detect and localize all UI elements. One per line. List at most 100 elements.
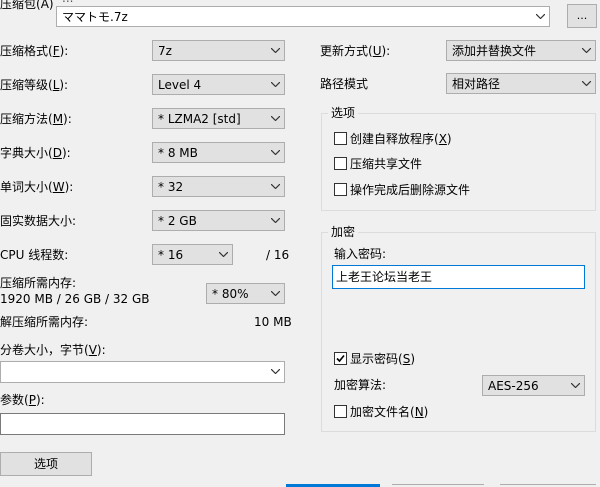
word-label-key: W <box>52 180 65 194</box>
chevron-down-icon[interactable] <box>532 7 549 26</box>
chevron-down-icon[interactable] <box>267 41 284 60</box>
word-label: 单词大小(W): <box>0 180 73 194</box>
level-label: 压缩等级(L): <box>0 78 68 92</box>
method-value: * LZMA2 [std] <box>158 112 241 126</box>
cpu-select[interactable]: * 16 <box>152 244 233 265</box>
volume-combo[interactable] <box>0 361 285 383</box>
mem-compress-value: * 80% <box>212 287 249 301</box>
volume-label-suffix: ): <box>96 343 106 357</box>
level-select[interactable]: Level 4 <box>152 74 285 95</box>
sfx-label-text: 创建自释放程序( <box>350 132 439 146</box>
method-label-suffix: ): <box>63 112 72 126</box>
solid-label: 固实数据大小: <box>0 214 77 228</box>
method-label: 压缩方法(M): <box>0 112 72 126</box>
dict-select[interactable]: * 8 MB <box>152 142 285 163</box>
cpu-value: * 16 <box>158 248 184 262</box>
encrypt-method-value: AES-256 <box>488 379 539 393</box>
options-button-label: 选项 <box>33 457 58 471</box>
params-label-text: 参数( <box>0 393 29 407</box>
show-password-label: 显示密码(S) <box>350 352 415 366</box>
pathmode-select[interactable]: 相对路径 <box>446 73 596 94</box>
archive-filename: ママトモ.7z <box>62 10 128 24</box>
archive-label: 压缩包(A) <box>0 0 54 11</box>
dict-label-suffix: ): <box>61 146 71 160</box>
show-password-label-suffix: ) <box>410 352 415 366</box>
encrypt-method-select[interactable]: AES-256 <box>482 375 585 396</box>
browse-button[interactable]: ... <box>567 4 597 28</box>
chevron-down-icon[interactable] <box>267 177 284 196</box>
show-password-label-text: 显示密码( <box>350 352 403 366</box>
encrypt-group-title: 加密 <box>328 225 359 239</box>
password-label: 输入密码: <box>334 247 387 261</box>
params-input[interactable] <box>0 413 285 435</box>
options-button[interactable]: 选项 <box>0 452 92 476</box>
mem-decompress-value: 10 MB <box>254 315 292 329</box>
chevron-down-icon[interactable] <box>267 143 284 162</box>
chevron-down-icon[interactable] <box>578 74 595 93</box>
encrypt-names-checkbox[interactable] <box>334 405 347 418</box>
update-value: 添加并替换文件 <box>452 44 537 58</box>
encrypt-method-label: 加密算法: <box>334 378 387 392</box>
chevron-down-icon[interactable] <box>567 376 584 395</box>
archive-path-combo[interactable]: ママトモ.7z <box>56 6 550 27</box>
archive-path-partial: ... <box>62 0 73 5</box>
dict-label: 字典大小(D): <box>0 146 71 160</box>
mem-compress-detail: 1920 MB / 26 GB / 32 GB <box>0 292 150 306</box>
sfx-label: 创建自释放程序(X) <box>350 132 452 146</box>
encrypt-names-label-suffix: ) <box>423 405 429 419</box>
update-label: 更新方式(U): <box>320 44 390 58</box>
encrypt-names-label-key: N <box>414 405 424 419</box>
word-label-text: 单词大小( <box>0 180 53 194</box>
encrypt-group <box>321 232 596 432</box>
method-label-key: M <box>52 112 64 126</box>
encrypt-names-label-text: 加密文件名( <box>350 405 415 419</box>
chevron-down-icon[interactable] <box>267 284 284 303</box>
mem-compress-label: 压缩所需内存: <box>0 276 77 290</box>
params-label-key: P <box>28 393 36 407</box>
word-select[interactable]: * 32 <box>152 176 285 197</box>
delete-checkbox[interactable] <box>334 183 347 196</box>
method-label-text: 压缩方法( <box>0 112 53 126</box>
volume-label: 分卷大小，字节(V): <box>0 343 106 357</box>
format-label-key: F <box>52 44 60 58</box>
pathmode-label: 路径模式 <box>320 77 369 91</box>
dict-value: * 8 MB <box>158 146 198 160</box>
solid-select[interactable]: * 2 GB <box>152 210 285 231</box>
level-label-text: 压缩等级( <box>0 78 53 92</box>
cpu-max: / 16 <box>266 248 290 262</box>
method-select[interactable]: * LZMA2 [std] <box>152 108 285 129</box>
sfx-checkbox[interactable] <box>334 132 347 145</box>
chevron-down-icon[interactable] <box>267 211 284 230</box>
dict-label-text: 字典大小( <box>0 146 53 160</box>
password-input[interactable]: 上老王论坛当老王 <box>332 265 585 289</box>
show-password-checkbox[interactable] <box>334 352 347 365</box>
chevron-down-icon[interactable] <box>215 245 232 264</box>
level-value: Level 4 <box>158 78 202 92</box>
options-group-title: 选项 <box>328 106 359 120</box>
update-label-text: 更新方式( <box>320 44 373 58</box>
password-value: 上老王论坛当老王 <box>336 270 433 284</box>
pathmode-value: 相对路径 <box>452 77 501 91</box>
sfx-label-suffix: ) <box>446 132 452 146</box>
chevron-down-icon[interactable] <box>578 41 595 60</box>
solid-value: * 2 GB <box>158 214 197 228</box>
sfx-label-key: X <box>438 132 447 146</box>
cpu-label: CPU 线程数: <box>0 248 69 262</box>
mem-decompress-label: 解压缩所需内存: <box>0 315 89 329</box>
word-label-suffix: ): <box>64 180 74 194</box>
checkmark-icon <box>336 354 345 363</box>
shared-checkbox[interactable] <box>334 157 347 170</box>
archive-label-text: 压缩包 <box>0 0 37 11</box>
chevron-down-icon[interactable] <box>267 75 284 94</box>
format-select[interactable]: 7z <box>152 40 285 61</box>
format-label-text: 压缩格式( <box>0 44 53 58</box>
volume-label-key: V <box>88 343 97 357</box>
format-label: 压缩格式(F): <box>0 44 68 58</box>
archive-label-key: (A) <box>36 0 54 11</box>
level-label-suffix: ): <box>59 78 69 92</box>
mem-compress-select[interactable]: * 80% <box>206 283 285 304</box>
update-select[interactable]: 添加并替换文件 <box>446 40 596 61</box>
dict-label-key: D <box>52 146 62 160</box>
chevron-down-icon[interactable] <box>267 362 284 381</box>
chevron-down-icon[interactable] <box>267 109 284 128</box>
